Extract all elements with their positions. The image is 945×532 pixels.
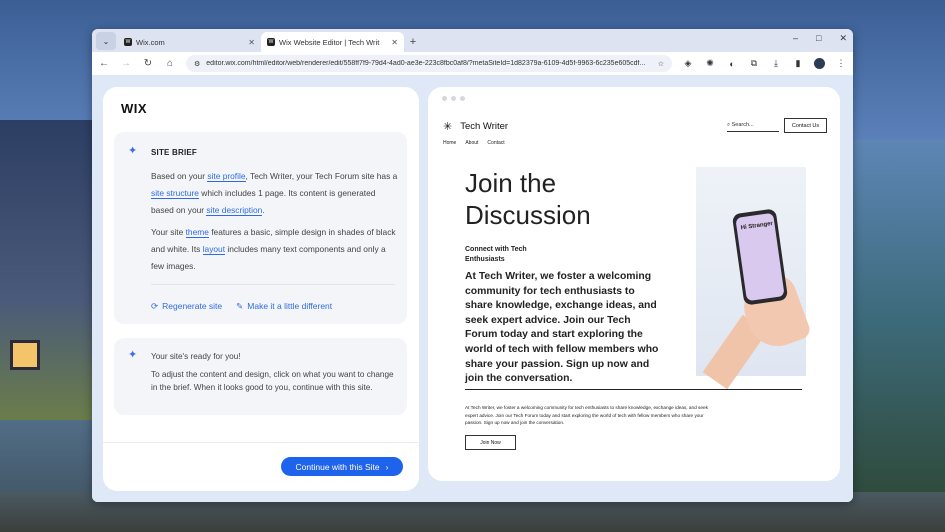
wix-favicon-icon: W (267, 38, 275, 46)
site-logo[interactable]: ✳ Tech Writer (443, 120, 508, 133)
tab-bar: ⌄ W Wix.com ✕ W Wix Website Editor | Tec… (92, 29, 853, 52)
theme-link[interactable]: theme (185, 227, 209, 238)
close-window-button[interactable]: ✕ (839, 33, 847, 44)
phone-image: Hi Stranger (731, 208, 789, 306)
make-different-button[interactable]: ✎ Make it a little different (236, 301, 332, 312)
extension-gear-icon[interactable]: ✺ (704, 58, 716, 69)
tab-title: Wix.com (136, 37, 165, 47)
contact-us-button[interactable]: Contact Us (784, 118, 827, 133)
nav-contact[interactable]: Contact (487, 140, 504, 146)
preview-window-dots (442, 96, 465, 101)
site-name: Tech Writer (460, 121, 509, 132)
section-divider (465, 389, 802, 390)
extension-layers-icon[interactable]: ◈ (682, 58, 694, 69)
layout-link[interactable]: layout (202, 244, 226, 255)
ready-title: Your site's ready for you! (151, 352, 241, 361)
site-ready-card: ✦ Your site's ready for you! To adjust t… (114, 338, 407, 415)
hero-subtitle: Connect with Tech Enthusiasts (465, 246, 527, 263)
reload-icon[interactable]: ↻ (142, 58, 154, 69)
side-panel-icon[interactable]: ▮ (792, 58, 804, 69)
window-controls: – □ ✕ (793, 33, 847, 44)
site-structure-link[interactable]: site structure (151, 188, 199, 199)
site-brief-panel: WIX ✦ SITE BRIEF Based on your site prof… (103, 87, 419, 491)
home-icon[interactable]: ⌂ (164, 58, 176, 69)
wix-logo: WIX (121, 101, 148, 116)
nav-about[interactable]: About (465, 140, 478, 146)
sparkle-icon: ✦ (128, 145, 138, 157)
tab-wix-editor[interactable]: W Wix Website Editor | Tech Writ ✕ (261, 32, 404, 52)
asterisk-logo-icon: ✳ (443, 121, 453, 133)
extensions-puzzle-icon[interactable]: ⧉ (748, 58, 760, 69)
tab-wix-com[interactable]: W Wix.com ✕ (118, 32, 261, 52)
site-search-input[interactable]: ⌕ Search... (727, 122, 779, 132)
join-now-button[interactable]: Join Now (465, 435, 516, 450)
wallpaper-house (0, 120, 95, 420)
url-text: editor.wix.com/html/editor/web/renderer/… (206, 60, 646, 67)
regenerate-site-button[interactable]: ⟳ Regenerate site (151, 301, 222, 312)
tab-title: Wix Website Editor | Tech Writ (279, 37, 380, 47)
continue-with-site-button[interactable]: Continue with this Site › (281, 457, 403, 476)
site-brief-card: ✦ SITE BRIEF Based on your site profile,… (114, 132, 407, 324)
site-info-icon[interactable]: ⚙ (194, 60, 200, 68)
site-description-link[interactable]: site description (206, 205, 263, 216)
chevron-right-icon: › (385, 461, 389, 472)
profile-avatar-icon[interactable] (814, 58, 825, 69)
browser-toolbar: ← → ↻ ⌂ ⚙ editor.wix.com/html/editor/web… (92, 52, 853, 75)
wallpaper-window (10, 340, 40, 370)
extension-headphones-icon[interactable]: ◐ (726, 59, 738, 69)
pencil-icon: ✎ (236, 301, 244, 311)
regenerate-icon: ⟳ (151, 301, 159, 311)
site-preview[interactable]: ✳ Tech Writer ⌕ Search... Contact Us Hom… (428, 87, 840, 481)
bookmark-star-icon[interactable]: ☆ (658, 60, 664, 68)
brief-paragraph-2: Your site theme features a basic, simple… (151, 227, 396, 271)
site-nav: Home About Contact (443, 140, 505, 146)
address-bar[interactable]: ⚙ editor.wix.com/html/editor/web/rendere… (186, 55, 672, 72)
wix-favicon-icon: W (124, 38, 132, 46)
maximize-button[interactable]: □ (816, 33, 821, 44)
ready-body: To adjust the content and design, click … (151, 370, 394, 392)
divider (151, 284, 395, 285)
nav-home[interactable]: Home (443, 140, 456, 146)
hero-body: At Tech Writer, we foster a welcoming co… (465, 271, 659, 385)
brief-title: SITE BRIEF (151, 148, 198, 157)
download-icon[interactable]: ⤓ (770, 58, 782, 69)
back-icon[interactable]: ← (98, 58, 110, 69)
browser-window: ⌄ W Wix.com ✕ W Wix Website Editor | Tec… (92, 29, 853, 502)
forward-icon[interactable]: → (120, 58, 132, 69)
brief-paragraph-1: Based on your site profile, Tech Writer,… (151, 171, 398, 216)
site-profile-link[interactable]: site profile (207, 171, 246, 182)
wallpaper-trees (850, 140, 945, 500)
footer-divider (103, 442, 419, 443)
close-tab-icon[interactable]: ✕ (391, 38, 398, 47)
hero-title: Join the Discussion (465, 168, 591, 230)
minimize-button[interactable]: – (793, 33, 798, 44)
new-tab-button[interactable]: + (404, 32, 422, 52)
page-content: WIX ✦ SITE BRIEF Based on your site prof… (92, 75, 853, 502)
section-body-text: At Tech Writer, we foster a welcoming co… (465, 405, 708, 425)
close-tab-icon[interactable]: ✕ (248, 38, 255, 47)
sparkle-icon: ✦ (128, 349, 138, 361)
hero-image: Hi Stranger (696, 167, 813, 390)
brief-actions: ⟳ Regenerate site ✎ Make it a little diffe… (151, 301, 332, 312)
tab-search-icon[interactable]: ⌄ (96, 32, 116, 50)
menu-kebab-icon[interactable]: ⋮ (835, 58, 847, 69)
